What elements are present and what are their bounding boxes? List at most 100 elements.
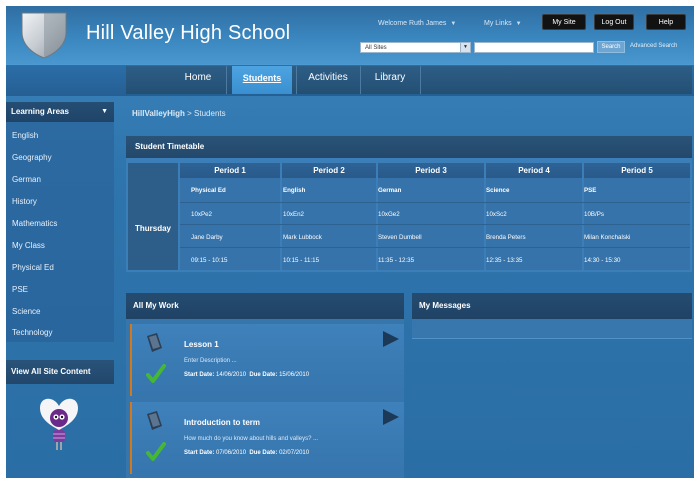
search-button[interactable]: Search bbox=[597, 41, 625, 53]
work-item-title[interactable]: Lesson 1 bbox=[184, 340, 219, 349]
due-date-label: Due Date: bbox=[249, 372, 278, 378]
work-item-dates: Start Date: 14/06/2010 Due Date: 15/06/2… bbox=[184, 372, 309, 378]
work-item-dates: Start Date: 07/06/2010 Due Date: 02/07/2… bbox=[184, 450, 309, 456]
owl-mascot-icon bbox=[40, 398, 78, 450]
timetable-class: 10xPe2 bbox=[191, 211, 212, 218]
tab-library[interactable]: Library bbox=[362, 66, 418, 94]
welcome-text: Welcome Ruth James bbox=[378, 20, 447, 27]
start-date-label: Start Date: bbox=[184, 372, 215, 378]
checkmark-icon bbox=[146, 364, 166, 383]
tab-students[interactable]: Students bbox=[232, 66, 292, 94]
tab-activities[interactable]: Activities bbox=[298, 66, 358, 94]
all-my-work-title: All My Work bbox=[126, 293, 404, 319]
work-item-description: Enter Description ... bbox=[184, 358, 237, 364]
timetable-subject[interactable]: Physical Ed bbox=[191, 187, 226, 194]
my-messages-title: My Messages bbox=[412, 293, 692, 319]
timetable-time: 12:35 - 13:35 bbox=[486, 257, 523, 264]
document-icon bbox=[147, 411, 162, 430]
start-date-value: 14/06/2010 bbox=[216, 372, 247, 378]
view-all-site-content-link[interactable]: View All Site Content bbox=[6, 360, 114, 384]
nav-divider bbox=[360, 66, 361, 94]
sidebar-item-science[interactable]: Science bbox=[12, 307, 40, 316]
header-bar: Hill Valley High School Welcome Ruth Jam… bbox=[6, 6, 694, 64]
period-header: Period 5 bbox=[584, 163, 690, 178]
sidebar-item-mathematics[interactable]: Mathematics bbox=[12, 219, 57, 228]
sidebar-item-german[interactable]: German bbox=[12, 175, 41, 184]
work-item-description: How much do you know about hills and val… bbox=[184, 436, 319, 442]
chevron-down-icon[interactable]: ▼ bbox=[460, 43, 470, 52]
timetable-class: 10xEn2 bbox=[283, 211, 304, 218]
timetable-teacher: Milan Konchalski bbox=[584, 234, 631, 241]
work-item[interactable] bbox=[130, 324, 404, 396]
period-header: Period 1 bbox=[180, 163, 280, 178]
due-date-label: Due Date: bbox=[249, 450, 278, 456]
period-header: Period 4 bbox=[486, 163, 582, 178]
log-out-button[interactable]: Log Out bbox=[594, 14, 634, 30]
nav-divider bbox=[420, 66, 421, 94]
timetable-teacher: Jane Darby bbox=[191, 234, 223, 241]
due-date-value: 02/07/2010 bbox=[279, 450, 310, 456]
timetable-subject[interactable]: Science bbox=[486, 187, 509, 194]
my-site-button[interactable]: My Site bbox=[542, 14, 586, 30]
timetable-time: 14:30 - 15:30 bbox=[584, 257, 621, 264]
timetable-subject[interactable]: German bbox=[378, 187, 401, 194]
due-date-value: 15/06/2010 bbox=[279, 372, 310, 378]
period-header: Period 3 bbox=[378, 163, 484, 178]
sidebar-item-history[interactable]: History bbox=[12, 197, 37, 206]
sites-select-value: All Sites bbox=[365, 45, 387, 51]
start-date-value: 07/06/2010 bbox=[216, 450, 247, 456]
page-frame: Hill Valley High School Welcome Ruth Jam… bbox=[6, 6, 694, 478]
checkmark-icon bbox=[146, 442, 166, 461]
my-links-label: My Links bbox=[484, 20, 512, 27]
breadcrumb: HillValleyHigh > Students bbox=[132, 109, 226, 118]
timetable-time: 11:35 - 12:35 bbox=[378, 257, 415, 264]
row-divider bbox=[180, 247, 690, 248]
breadcrumb-separator: > bbox=[184, 109, 195, 118]
chevron-down-icon[interactable]: ▼ bbox=[101, 102, 108, 122]
sidebar-header[interactable]: Learning Areas ▼ bbox=[6, 102, 114, 122]
timetable-teacher: Steven Dumbell bbox=[378, 234, 422, 241]
row-divider bbox=[180, 224, 690, 225]
timetable-class: 10xSc2 bbox=[486, 211, 507, 218]
sites-scope-select[interactable]: All Sites ▼ bbox=[360, 42, 471, 53]
tab-home[interactable]: Home bbox=[170, 66, 226, 94]
work-item-title[interactable]: Introduction to term bbox=[184, 418, 260, 427]
advanced-search-link[interactable]: Advanced Search bbox=[630, 43, 677, 49]
timetable-teacher: Brenda Peters bbox=[486, 234, 526, 241]
caret-down-icon: ▼ bbox=[515, 21, 522, 27]
nav-divider bbox=[226, 66, 227, 94]
timetable-time: 09:15 - 10:15 bbox=[191, 257, 228, 264]
nav-divider bbox=[296, 66, 297, 94]
my-links-menu[interactable]: My Links ▼ bbox=[484, 20, 522, 27]
row-divider bbox=[180, 202, 690, 203]
sidebar-header-label: Learning Areas bbox=[11, 107, 69, 116]
sidebar-item-geography[interactable]: Geography bbox=[12, 153, 52, 162]
sidebar-item-english[interactable]: English bbox=[12, 131, 38, 140]
document-icon bbox=[147, 333, 162, 352]
site-title[interactable]: Hill Valley High School bbox=[86, 22, 290, 45]
breadcrumb-current: Students bbox=[194, 109, 226, 118]
timetable-subject[interactable]: PSE bbox=[584, 187, 596, 194]
caret-down-icon: ▼ bbox=[450, 21, 457, 27]
sidebar-item-my-class[interactable]: My Class bbox=[12, 241, 45, 250]
sidebar-item-physical-ed[interactable]: Physical Ed bbox=[12, 263, 54, 272]
shield-logo-icon bbox=[21, 12, 67, 59]
sidebar-item-technology[interactable]: Technology bbox=[12, 328, 52, 337]
timetable-day-column bbox=[128, 163, 178, 270]
play-arrow-icon[interactable] bbox=[382, 408, 400, 426]
breadcrumb-root-link[interactable]: HillValleyHigh bbox=[132, 109, 185, 118]
sidebar-item-pse[interactable]: PSE bbox=[12, 285, 28, 294]
play-arrow-icon[interactable] bbox=[382, 330, 400, 348]
period-header: Period 2 bbox=[282, 163, 376, 178]
timetable-title: Student Timetable bbox=[126, 136, 692, 158]
help-button[interactable]: Help bbox=[646, 14, 686, 30]
timetable-subject[interactable]: English bbox=[283, 187, 305, 194]
timetable-class: 10B/Ps bbox=[584, 211, 604, 218]
timetable-class: 10xGe2 bbox=[378, 211, 400, 218]
timetable-time: 10:15 - 11:15 bbox=[283, 257, 320, 264]
my-messages-panel bbox=[412, 319, 692, 339]
welcome-menu[interactable]: Welcome Ruth James ▼ bbox=[378, 20, 456, 27]
timetable-teacher: Mark Lubbock bbox=[283, 234, 322, 241]
search-input[interactable] bbox=[474, 42, 594, 53]
start-date-label: Start Date: bbox=[184, 450, 215, 456]
